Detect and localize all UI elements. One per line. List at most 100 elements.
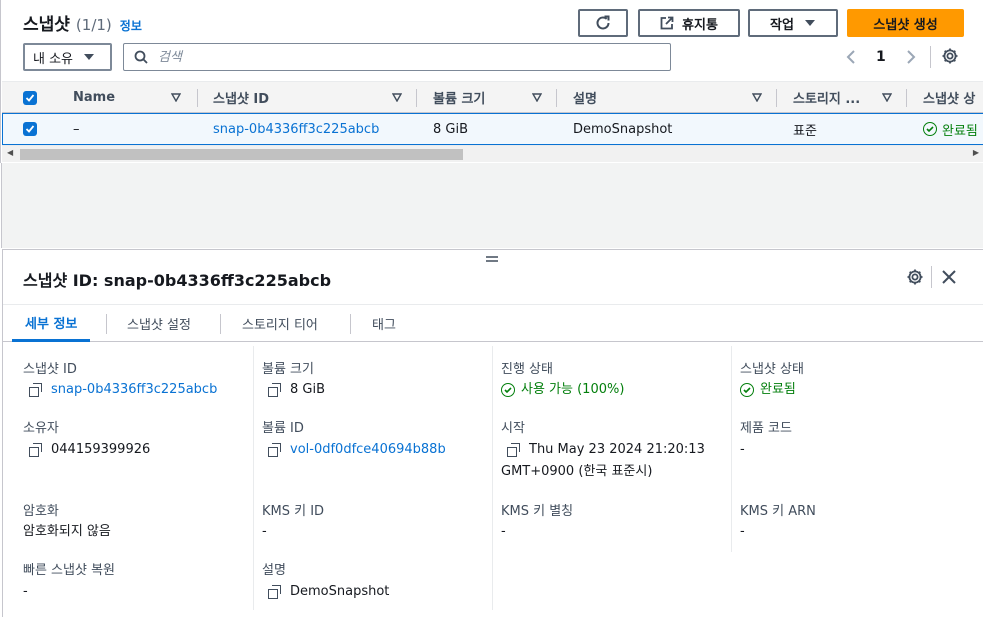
field-label-kms-key-id: KMS 키 ID <box>262 504 325 519</box>
cell-snapshot-id-link[interactable]: snap-0b4336ff3c225abcb <box>213 114 379 144</box>
field-label-product-code: 제품 코드 <box>740 421 792 436</box>
field-value-owner: 044159399926 <box>29 439 150 461</box>
page-number[interactable]: 1 <box>876 49 886 65</box>
tab-divider <box>106 314 107 334</box>
field-label-snapshot-id: 스냅샷 ID <box>23 362 77 377</box>
sort-icon[interactable] <box>532 93 542 102</box>
create-snapshot-label: 스냅샷 생성 <box>873 17 938 33</box>
field-label-snapshot-status: 스냅샷 상태 <box>740 362 804 377</box>
tab-tags[interactable]: 태그 <box>372 305 396 342</box>
field-value-snapshot-status: 완료됨 <box>740 379 796 401</box>
search-input[interactable] <box>158 49 638 65</box>
status-ok-icon <box>740 383 754 397</box>
cell-description: DemoSnapshot <box>573 121 673 137</box>
checkbox <box>23 122 37 136</box>
details-preferences-button[interactable] <box>906 268 924 290</box>
column-header-volume-size[interactable]: 볼륨 크기 <box>433 82 485 113</box>
details-tabs: 세부 정보 스냅샷 설정 스토리지 티어 태그 <box>3 304 983 342</box>
actions-dropdown[interactable]: 작업 <box>748 9 838 37</box>
tab-snapshot-settings[interactable]: 스냅샷 설정 <box>127 305 191 342</box>
volume-id-link[interactable]: vol-0df0dfce40694b88b <box>290 439 446 461</box>
snapshot-details-panel: 스냅샷 ID: snap-0b4336ff3c225abcb 세부 정보 스냅샷… <box>2 249 983 617</box>
sort-icon[interactable] <box>392 93 402 102</box>
page-title: 스냅샷 <box>23 15 70 35</box>
details-title: 스냅샷 ID: snap-0b4336ff3c225abcb <box>23 271 332 290</box>
table-header: Name 스냅샷 ID 볼륨 크기 설명 스토리지 ... 스냅샷 상 <box>2 81 983 113</box>
horizontal-scrollbar[interactable]: ◀ ▶ <box>2 145 983 162</box>
column-divider <box>253 346 254 610</box>
field-value-volume-id: vol-0df0dfce40694b88b <box>268 439 446 461</box>
row-checkbox[interactable] <box>23 114 37 144</box>
recycle-bin-button[interactable]: 휴지통 <box>638 9 740 37</box>
column-divider <box>492 346 493 610</box>
column-divider[interactable] <box>197 89 198 107</box>
tab-details[interactable]: 세부 정보 <box>12 305 91 342</box>
field-label-kms-key-alias: KMS 키 별칭 <box>501 504 574 519</box>
field-label-fast-restore: 빠른 스냅샷 복원 <box>23 563 115 578</box>
tab-storage-tier[interactable]: 스토리지 티어 <box>242 305 318 342</box>
column-divider[interactable] <box>416 89 417 107</box>
cell-name: – <box>73 121 80 137</box>
select-all-checkbox[interactable] <box>23 82 37 113</box>
field-value-kms-key-id: - <box>262 524 267 539</box>
status-ok-icon <box>923 122 937 136</box>
chevron-left-icon[interactable] <box>846 50 856 64</box>
column-divider[interactable] <box>776 89 777 107</box>
column-divider[interactable] <box>556 89 557 107</box>
close-icon <box>942 270 956 284</box>
scroll-left-icon[interactable]: ◀ <box>7 148 13 157</box>
column-header-name[interactable]: Name <box>73 82 115 113</box>
gear-icon <box>907 269 923 285</box>
refresh-button[interactable] <box>578 9 628 37</box>
sort-icon[interactable] <box>171 93 181 102</box>
sort-icon[interactable] <box>752 93 762 102</box>
column-header-storage-tier[interactable]: 스토리지 ... <box>793 82 860 113</box>
field-value-kms-key-arn: - <box>740 524 745 539</box>
table-preferences-button[interactable] <box>941 47 959 69</box>
field-label-start: 시작 <box>501 421 525 436</box>
sort-icon[interactable] <box>882 93 892 102</box>
drag-handle-icon[interactable] <box>486 251 498 267</box>
column-header-description[interactable]: 설명 <box>573 82 597 113</box>
copy-icon[interactable] <box>507 443 521 457</box>
copy-icon[interactable] <box>268 383 282 397</box>
field-value-snapshot-id: snap-0b4336ff3c225abcb <box>29 379 217 401</box>
table-row[interactable]: – snap-0b4336ff3c225abcb 8 GiB DemoSnaps… <box>2 113 983 145</box>
snapshot-list-panel: 스냅샷 (1/1) 정보 휴지통 작업 스냅샷 생성 내 소유 검색 1 Nam… <box>0 0 983 163</box>
cell-snapshot-status: 완료됨 <box>923 114 978 144</box>
tab-divider <box>220 314 221 334</box>
close-details-button[interactable] <box>941 266 957 290</box>
column-header-snapshot-status[interactable]: 스냅샷 상 <box>923 82 975 113</box>
field-label-volume-id: 볼륨 ID <box>262 421 304 436</box>
field-value-start-timezone: GMT+0900 (한국 표준시) <box>501 464 653 479</box>
snapshot-id-link[interactable]: snap-0b4336ff3c225abcb <box>51 379 217 401</box>
tab-divider <box>350 314 351 334</box>
column-divider[interactable] <box>906 89 907 107</box>
chevron-right-icon[interactable] <box>906 50 916 64</box>
scroll-right-icon[interactable]: ▶ <box>973 148 979 157</box>
actions-label: 작업 <box>770 17 794 33</box>
info-link[interactable]: 정보 <box>120 17 142 34</box>
field-label-kms-key-arn: KMS 키 ARN <box>740 504 816 519</box>
check-icon <box>25 93 35 102</box>
column-header-snapshot-id[interactable]: 스냅샷 ID <box>213 82 269 113</box>
check-icon <box>25 125 35 133</box>
create-snapshot-button[interactable]: 스냅샷 생성 <box>847 9 964 37</box>
field-value-volume-size: 8 GiB <box>268 379 325 401</box>
copy-icon[interactable] <box>268 443 282 457</box>
cell-storage-tier: 표준 <box>793 123 817 139</box>
checkbox <box>23 90 37 105</box>
field-value-description: DemoSnapshot <box>268 581 389 603</box>
owner-filter-select[interactable]: 내 소유 <box>23 43 112 71</box>
field-value-encryption: 암호화되지 않음 <box>23 524 111 539</box>
column-divider <box>731 346 732 552</box>
selection-count: (1/1) <box>75 16 112 34</box>
copy-icon[interactable] <box>268 585 282 599</box>
search-box[interactable] <box>123 43 671 71</box>
copy-icon[interactable] <box>29 383 43 397</box>
scrollbar-thumb[interactable] <box>20 149 463 160</box>
field-value-start: Thu May 23 2024 21:20:13 <box>507 439 705 461</box>
copy-icon[interactable] <box>29 443 43 457</box>
refresh-icon <box>596 15 610 30</box>
field-value-product-code: - <box>740 442 745 457</box>
